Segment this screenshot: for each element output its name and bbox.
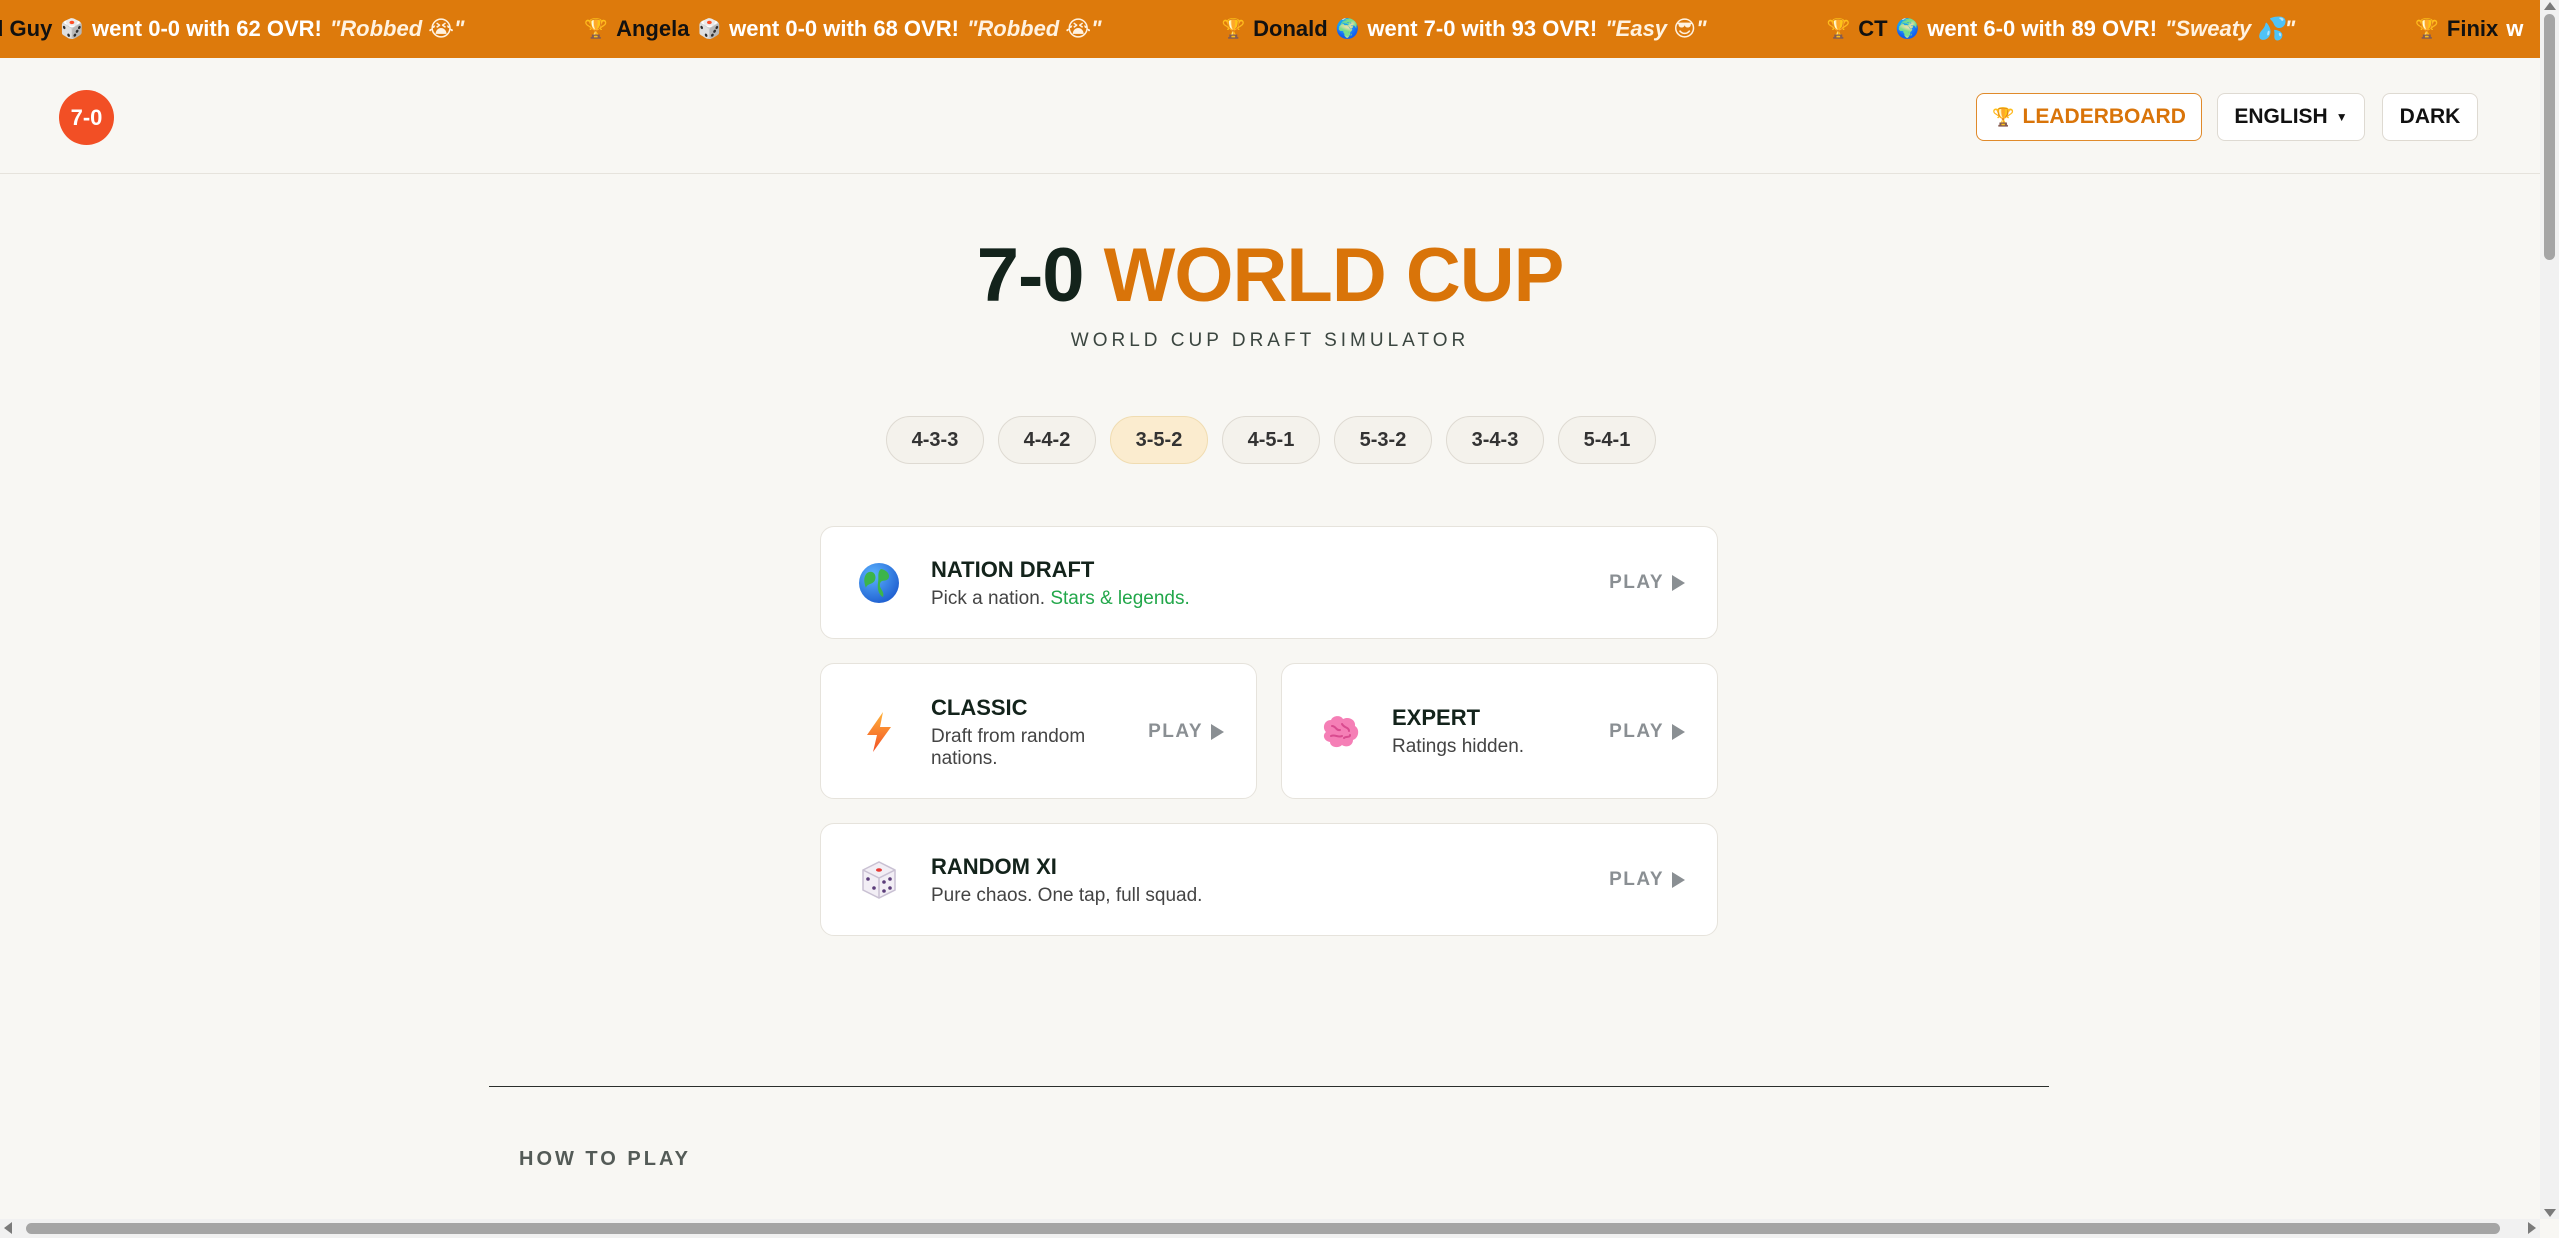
scroll-down-icon[interactable]: [2544, 1209, 2556, 1217]
leaderboard-button[interactable]: 🏆 LEADERBOARD: [1976, 93, 2202, 141]
language-label: ENGLISH: [2234, 105, 2328, 128]
mode-card-random-xi[interactable]: RANDOM XI Pure chaos. One tap, full squa…: [820, 823, 1718, 936]
site-header: 7-0 🏆 LEADERBOARD ENGLISH ▼ DARK: [0, 58, 2540, 174]
mode-title: CLASSIC: [931, 695, 1028, 720]
play-label: PLAY: [1609, 721, 1664, 742]
scrollbar-thumb[interactable]: [2544, 14, 2555, 260]
formation-4-3-3[interactable]: 4-3-3: [886, 416, 984, 464]
ticker-quote: "Robbed 😭": [966, 16, 1102, 41]
mode-card-expert[interactable]: EXPERT Ratings hidden. PLAY: [1281, 663, 1718, 799]
play-label: PLAY: [1148, 721, 1203, 742]
trophy-icon: 🏆: [1221, 19, 1246, 40]
results-ticker: d Guy 🎲 went 0-0 with 62 OVR! "Robbed 😭"…: [0, 0, 2540, 58]
play-button[interactable]: PLAY: [1609, 869, 1685, 891]
play-icon: [1672, 872, 1685, 888]
ticker-item: 🏆 Angela 🎲 went 0-0 with 68 OVR! "Robbed…: [584, 16, 1101, 42]
formation-3-4-3[interactable]: 3-4-3: [1446, 416, 1544, 464]
formation-5-3-2[interactable]: 5-3-2: [1334, 416, 1432, 464]
trophy-icon: 🏆: [1826, 19, 1851, 40]
scrollbar-thumb[interactable]: [26, 1223, 2500, 1234]
mode-title: EXPERT: [1392, 705, 1481, 730]
play-label: PLAY: [1609, 572, 1664, 593]
mode-description-highlight: Stars & legends.: [1050, 588, 1190, 609]
play-button[interactable]: PLAY: [1609, 721, 1685, 743]
trophy-icon: 🏆: [2415, 19, 2439, 40]
ticker-item: 🏆 Finix w: [2415, 16, 2523, 42]
ticker-item: 🏆 Donald 🌍 went 7-0 with 93 OVR! "Easy 😎…: [1222, 16, 1707, 42]
dark-mode-button[interactable]: DARK: [2382, 93, 2478, 141]
mode-description-plain: Pick a nation.: [931, 588, 1046, 609]
formation-5-4-1[interactable]: 5-4-1: [1558, 416, 1656, 464]
formation-3-5-2[interactable]: 3-5-2: [1110, 416, 1208, 464]
play-icon: [1672, 724, 1685, 740]
section-divider: [489, 1086, 2049, 1087]
ticker-result: went 0-0 with 68 OVR!: [729, 16, 959, 41]
how-to-play-heading: HOW TO PLAY: [519, 1148, 691, 1170]
play-label: PLAY: [1609, 869, 1664, 890]
mode-description: Ratings hidden.: [1392, 736, 1525, 757]
ticker-quote: "Robbed 😭": [329, 16, 465, 41]
dice-icon: 🎲: [697, 19, 722, 40]
globe-icon: 🌍: [1895, 19, 1920, 40]
ticker-player-name: d Guy: [0, 16, 53, 41]
language-select[interactable]: ENGLISH ▼: [2217, 93, 2365, 141]
ticker-result: went 7-0 with 93 OVR!: [1367, 16, 1598, 41]
brain-icon: [1318, 710, 1362, 754]
ticker-player-name: Finix: [2446, 16, 2499, 41]
globe-icon: 🌍: [1335, 19, 1360, 40]
play-button[interactable]: PLAY: [1148, 721, 1224, 743]
caret-down-icon: ▼: [2335, 110, 2348, 124]
formation-4-4-2[interactable]: 4-4-2: [998, 416, 1096, 464]
mode-description: Draft from random nations.: [931, 726, 1086, 769]
dice-icon: 🎲: [60, 19, 85, 40]
play-icon: [1672, 575, 1685, 591]
trophy-icon: 🏆: [1992, 106, 2015, 127]
mode-description: Pick a nation. Stars & legends.: [931, 588, 1190, 610]
ticker-result: w: [2506, 16, 2524, 41]
logo[interactable]: 7-0: [59, 90, 114, 145]
mode-title: RANDOM XI: [931, 854, 1057, 879]
mode-card-classic[interactable]: CLASSIC Draft from random nations. PLAY: [820, 663, 1257, 799]
horizontal-scrollbar[interactable]: [0, 1219, 2540, 1238]
ticker-result: went 6-0 with 89 OVR!: [1927, 16, 2158, 41]
page-title: 7-0 WORLD CUP: [0, 232, 2540, 319]
formation-selector: 4-3-3 4-4-2 3-5-2 4-5-1 5-3-2 3-4-3 5-4-…: [886, 416, 1656, 464]
globe-icon: [857, 561, 901, 605]
scroll-left-icon[interactable]: [4, 1222, 12, 1234]
ticker-player-name: Angela: [616, 16, 690, 41]
formation-4-5-1[interactable]: 4-5-1: [1222, 416, 1320, 464]
scroll-right-icon[interactable]: [2528, 1222, 2536, 1234]
ticker-item: 🏆 CT 🌍 went 6-0 with 89 OVR! "Sweaty 💦": [1827, 16, 2296, 42]
ticker-quote: "Sweaty 💦": [2165, 16, 2296, 41]
ticker-player-name: CT: [1858, 16, 1888, 41]
scroll-up-icon[interactable]: [2544, 2, 2556, 10]
page-subtitle: WORLD CUP DRAFT SIMULATOR: [1070, 330, 1470, 351]
trophy-icon: 🏆: [584, 19, 609, 40]
ticker-player-name: Donald: [1253, 16, 1328, 41]
mode-title: NATION DRAFT: [931, 557, 1095, 582]
title-accent: WORLD CUP: [1103, 233, 1565, 318]
leaderboard-label: LEADERBOARD: [2022, 105, 2186, 128]
dice-icon: [857, 858, 901, 902]
ticker-item: d Guy 🎲 went 0-0 with 62 OVR! "Robbed 😭": [0, 16, 464, 42]
title-main: 7-0: [976, 233, 1085, 318]
mode-card-nation-draft[interactable]: NATION DRAFT Pick a nation. Stars & lege…: [820, 526, 1718, 639]
ticker-track: d Guy 🎲 went 0-0 with 62 OVR! "Robbed 😭"…: [0, 0, 2540, 58]
play-button[interactable]: PLAY: [1609, 572, 1685, 594]
vertical-scrollbar[interactable]: [2540, 0, 2559, 1219]
mode-description: Pure chaos. One tap, full squad.: [931, 885, 1203, 906]
lightning-icon: [857, 710, 901, 754]
ticker-result: went 0-0 with 62 OVR!: [92, 16, 322, 41]
play-icon: [1211, 724, 1224, 740]
ticker-quote: "Easy 😎": [1605, 16, 1707, 41]
